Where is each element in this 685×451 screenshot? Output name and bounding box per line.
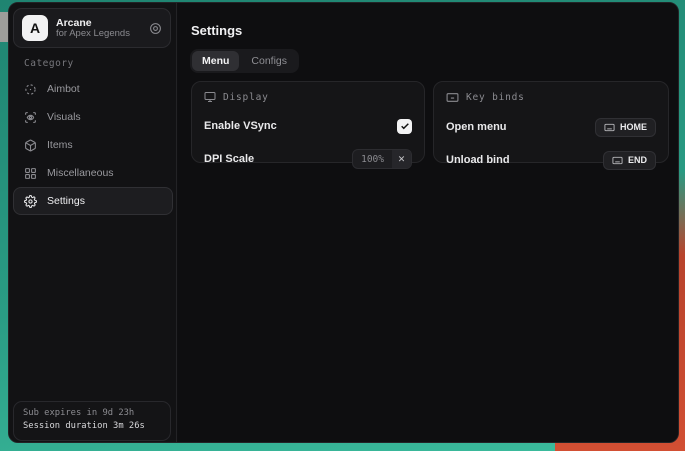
display-card: Display Enable VSync DPI Scale 100% ✕ xyxy=(191,81,425,163)
sidebar-item-label: Settings xyxy=(47,195,85,207)
main-content: Settings Menu Configs Display Enable VSy… xyxy=(178,3,678,442)
open-menu-row: Open menu HOME xyxy=(446,117,656,137)
sidebar-item-label: Visuals xyxy=(47,111,81,123)
sidebar-item-visuals[interactable]: Visuals xyxy=(13,103,173,131)
game-background: A Arcane for Apex Legends Category xyxy=(0,0,685,451)
app-header-card: A Arcane for Apex Legends xyxy=(13,8,171,48)
sidebar-item-items[interactable]: Items xyxy=(13,131,173,159)
category-label: Category xyxy=(24,58,74,69)
app-subtitle: for Apex Legends xyxy=(56,29,141,40)
target-icon[interactable] xyxy=(149,22,162,35)
scan-eye-icon xyxy=(24,111,37,124)
vsync-label: Enable VSync xyxy=(204,120,277,132)
unload-bind-key: END xyxy=(628,155,647,165)
sidebar-item-label: Items xyxy=(47,139,73,151)
app-header-text: Arcane for Apex Legends xyxy=(56,17,141,40)
package-icon xyxy=(24,139,37,152)
open-menu-key: HOME xyxy=(620,122,647,132)
clear-icon[interactable]: ✕ xyxy=(392,150,411,168)
unload-keybind-button[interactable]: END xyxy=(603,151,656,170)
tab-bar: Menu Configs xyxy=(190,49,299,73)
app-logo: A xyxy=(22,15,48,41)
unload-bind-row: Unload bind END xyxy=(446,150,656,170)
keyboard-icon xyxy=(612,155,623,166)
grid-icon xyxy=(24,167,37,180)
keybinds-card-title: Key binds xyxy=(466,92,525,103)
unload-bind-label: Unload bind xyxy=(446,154,510,166)
tab-configs[interactable]: Configs xyxy=(241,51,297,71)
keybinds-card-header: Key binds xyxy=(446,91,656,104)
open-menu-label: Open menu xyxy=(446,121,507,133)
open-menu-keybind-button[interactable]: HOME xyxy=(595,118,656,137)
dpi-scale-value[interactable]: 100% xyxy=(353,154,392,165)
page-title: Settings xyxy=(191,23,242,38)
app-name: Arcane xyxy=(56,17,141,29)
display-card-header: Display xyxy=(204,91,412,103)
session-duration-text: Session duration 3m 26s xyxy=(23,421,161,431)
keyboard-icon xyxy=(604,122,615,133)
sidebar-item-aimbot[interactable]: Aimbot xyxy=(13,75,173,103)
keyboard-icon xyxy=(446,91,459,104)
sidebar-item-settings[interactable]: Settings xyxy=(13,187,173,215)
sidebar: A Arcane for Apex Legends Category xyxy=(9,3,177,442)
sub-expires-text: Sub expires in 9d 23h xyxy=(23,408,161,418)
monitor-icon xyxy=(204,91,216,103)
dpi-label: DPI Scale xyxy=(204,153,254,165)
crosshair-icon xyxy=(24,83,37,96)
sidebar-item-miscellaneous[interactable]: Miscellaneous xyxy=(13,159,173,187)
arcane-menu-window: A Arcane for Apex Legends Category xyxy=(8,2,679,443)
dpi-row: DPI Scale 100% ✕ xyxy=(204,149,412,169)
display-card-title: Display xyxy=(223,92,269,103)
keybinds-card: Key binds Open menu HOME Unload bin xyxy=(433,81,669,163)
sidebar-nav: Aimbot Visuals xyxy=(13,75,173,215)
subscription-info-box: Sub expires in 9d 23h Session duration 3… xyxy=(13,401,171,441)
dpi-scale-input[interactable]: 100% ✕ xyxy=(352,149,412,169)
gear-icon xyxy=(24,195,37,208)
sidebar-item-label: Aimbot xyxy=(47,83,80,95)
vsync-checkbox[interactable] xyxy=(397,119,412,134)
sidebar-item-label: Miscellaneous xyxy=(47,167,114,179)
tab-menu[interactable]: Menu xyxy=(192,51,239,71)
vsync-row: Enable VSync xyxy=(204,116,412,136)
